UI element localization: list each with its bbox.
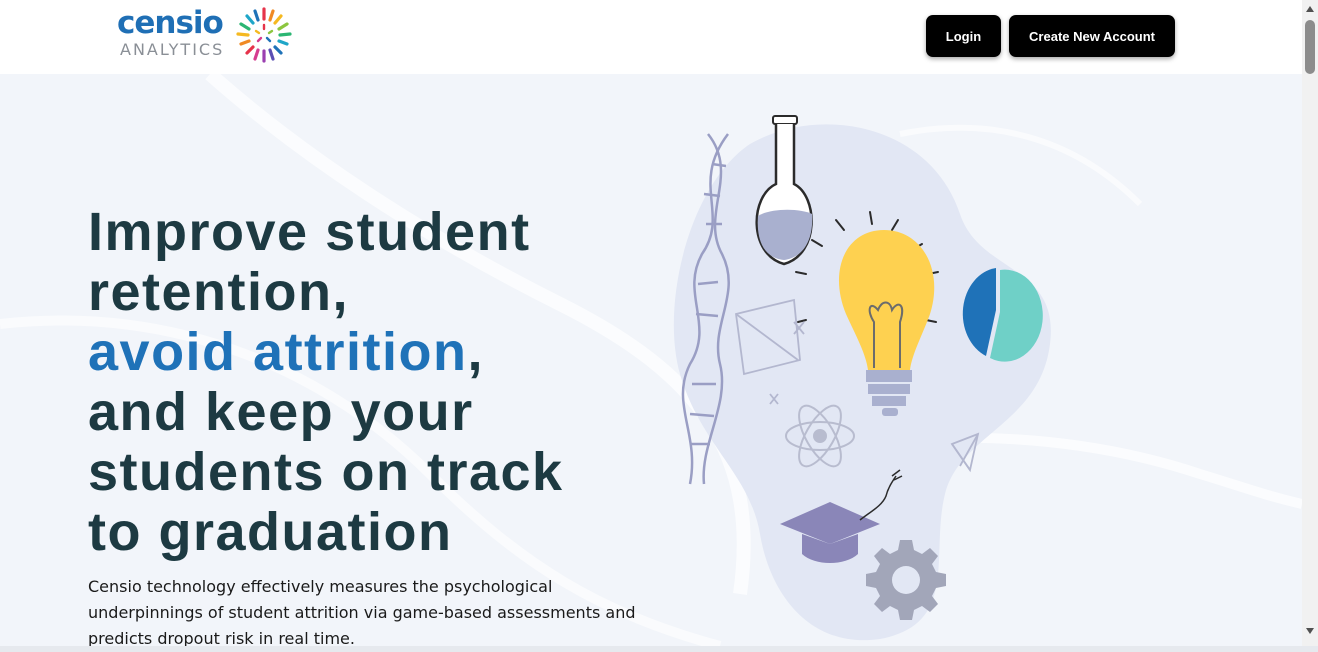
scroll-up-arrow-icon[interactable] (1306, 6, 1314, 12)
headline-line: avoid attrition, (88, 322, 688, 382)
headline-line: students on track (88, 442, 564, 502)
headline-line: and keep your (88, 382, 474, 442)
window-bottom-edge (0, 646, 1318, 652)
logo-burst-icon (236, 7, 292, 63)
login-button[interactable]: Login (926, 15, 1001, 57)
headline-line: to graduation (88, 502, 453, 562)
logo-wordmark: censio (117, 5, 224, 41)
hero-section: Improve student retention, avoid attriti… (0, 74, 1302, 646)
headline-comma: , (467, 322, 485, 382)
censio-logo[interactable]: censio ANALYTICS (117, 5, 297, 65)
scroll-thumb[interactable] (1305, 20, 1315, 74)
scroll-down-arrow-icon[interactable] (1306, 628, 1314, 634)
hero-description: Censio technology effectively measures t… (88, 577, 636, 646)
hero-illustration (673, 115, 1051, 641)
headline-accent: avoid attrition (88, 322, 468, 382)
gear-icon (866, 540, 946, 620)
headline-line: retention, (88, 262, 350, 322)
page-scrollbar[interactable] (1302, 0, 1318, 646)
illustration-blob (673, 124, 1051, 641)
create-account-button[interactable]: Create New Account (1009, 15, 1175, 57)
headline-line: Improve student (88, 202, 531, 262)
site-header: censio ANALYTICS Login Create New Accoun… (0, 0, 1302, 74)
logo-subtitle: ANALYTICS (120, 40, 225, 59)
hero-headline: Improve student retention, avoid attriti… (88, 202, 688, 562)
